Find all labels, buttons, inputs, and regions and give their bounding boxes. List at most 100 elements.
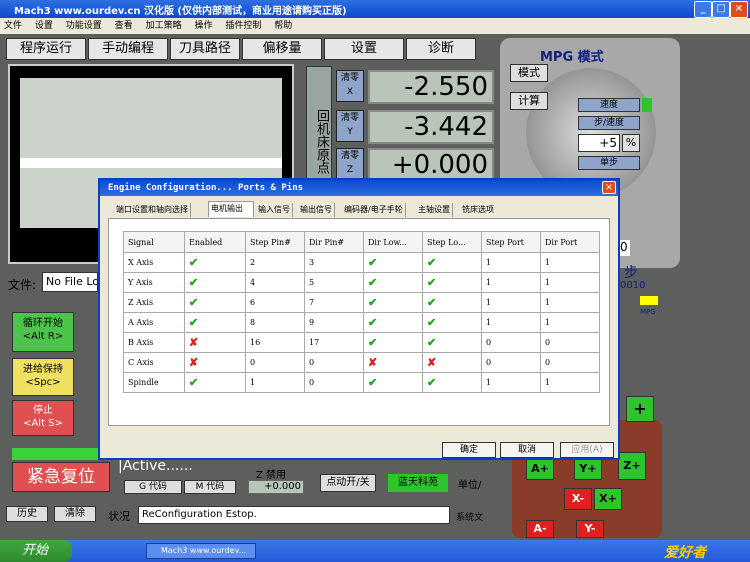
- tab-program-run[interactable]: 程序运行: [6, 38, 86, 60]
- jog-z-plus[interactable]: Z+: [618, 452, 646, 480]
- check-icon[interactable]: ✔: [368, 256, 377, 269]
- cell-dir-pin[interactable]: 9: [304, 312, 364, 333]
- cell-dir-port[interactable]: 1: [540, 372, 600, 393]
- tab-toolpath[interactable]: 刀具路径: [170, 38, 240, 60]
- tab-settings[interactable]: 设置: [324, 38, 404, 60]
- table-row[interactable]: Y Axis ✔ 4 5 ✔ ✔ 1 1: [123, 272, 600, 293]
- cell-step-pin[interactable]: 8: [245, 312, 305, 333]
- check-icon[interactable]: ✔: [368, 336, 377, 349]
- cell-dir-low[interactable]: ✔: [363, 372, 423, 393]
- cell-signal[interactable]: Y Axis: [123, 272, 185, 293]
- menu-plugin[interactable]: 插件控制: [225, 21, 261, 31]
- feed-hold-button[interactable]: 进给保持 <Spc>: [12, 358, 74, 396]
- table-row[interactable]: A Axis ✔ 8 9 ✔ ✔ 1 1: [123, 312, 600, 333]
- jog-y-minus[interactable]: Y-: [576, 520, 604, 538]
- col-step-pin[interactable]: Step Pin#: [245, 231, 305, 253]
- cell-dir-pin[interactable]: 17: [304, 332, 364, 353]
- ok-button[interactable]: 确定: [442, 442, 496, 458]
- check-icon[interactable]: ✔: [427, 276, 436, 289]
- check-icon[interactable]: ✔: [368, 296, 377, 309]
- cancel-button[interactable]: 取消: [500, 442, 554, 458]
- cell-enabled[interactable]: ✘: [184, 332, 246, 353]
- dialog-close-icon[interactable]: ×: [602, 181, 616, 194]
- tab-input-signals[interactable]: 输入信号: [256, 203, 293, 217]
- cell-dir-port[interactable]: 0: [540, 332, 600, 353]
- cell-step-low[interactable]: ✔: [422, 372, 482, 393]
- table-row[interactable]: X Axis ✔ 2 3 ✔ ✔ 1 1: [123, 252, 600, 273]
- cell-dir-port[interactable]: 1: [540, 312, 600, 333]
- cell-dir-low[interactable]: ✔: [363, 252, 423, 273]
- mpg-mode-button[interactable]: 模式: [510, 64, 548, 82]
- cycle-start-button[interactable]: 循环开始 <Alt R>: [12, 312, 74, 352]
- cell-enabled[interactable]: ✔: [184, 312, 246, 333]
- percent-field[interactable]: +5: [578, 134, 620, 152]
- cell-dir-pin[interactable]: 0: [304, 352, 364, 373]
- check-icon[interactable]: ✔: [427, 316, 436, 329]
- taskbar-item-mach3[interactable]: Mach3 www.ourdev...: [146, 543, 256, 559]
- check-icon[interactable]: ✔: [427, 376, 436, 389]
- step-speed-button[interactable]: 步/速度: [578, 116, 640, 130]
- cell-dir-port[interactable]: 0: [540, 352, 600, 373]
- cross-icon[interactable]: ✘: [189, 336, 198, 349]
- cell-signal[interactable]: B Axis: [123, 332, 185, 353]
- col-enabled[interactable]: Enabled: [184, 231, 246, 253]
- close-button[interactable]: ×: [730, 1, 748, 18]
- cell-dir-pin[interactable]: 0: [304, 372, 364, 393]
- reset-button[interactable]: 紧急复位: [12, 462, 110, 492]
- clear-button[interactable]: 清除: [54, 506, 96, 522]
- speed-button[interactable]: 速度: [578, 98, 640, 112]
- cell-step-pin[interactable]: 0: [245, 352, 305, 373]
- cell-enabled[interactable]: ✔: [184, 292, 246, 313]
- cell-dir-port[interactable]: 1: [540, 252, 600, 273]
- cell-step-low[interactable]: ✔: [422, 252, 482, 273]
- cell-signal[interactable]: Z Axis: [123, 292, 185, 313]
- cell-step-port[interactable]: 1: [481, 312, 541, 333]
- tab-encoder-mpg[interactable]: 编码器/电子手轮: [342, 203, 406, 217]
- check-icon[interactable]: ✔: [427, 256, 436, 269]
- tab-spindle-setup[interactable]: 主轴设置: [416, 203, 453, 217]
- cell-step-low[interactable]: ✔: [422, 292, 482, 313]
- cell-step-port[interactable]: 0: [481, 352, 541, 373]
- jog-plus-icon[interactable]: +: [626, 396, 654, 422]
- cell-dir-pin[interactable]: 7: [304, 292, 364, 313]
- check-icon[interactable]: ✔: [368, 276, 377, 289]
- cell-dir-low[interactable]: ✔: [363, 292, 423, 313]
- menu-file[interactable]: 文件: [4, 21, 22, 31]
- cell-dir-port[interactable]: 1: [540, 292, 600, 313]
- menu-help[interactable]: 帮助: [274, 21, 292, 31]
- menu-operate[interactable]: 操作: [194, 21, 212, 31]
- tab-output-signals[interactable]: 输出信号: [298, 203, 335, 217]
- jog-x-plus[interactable]: X+: [594, 488, 622, 510]
- col-dir-port[interactable]: Dir Port: [540, 231, 600, 253]
- tab-mill-options[interactable]: 铣床选项: [460, 203, 496, 217]
- zero-y-button[interactable]: 清零 Y: [336, 110, 364, 142]
- jog-toggle-button[interactable]: 点动开/关: [320, 474, 376, 492]
- check-icon[interactable]: ✔: [189, 296, 198, 309]
- tab-offsets[interactable]: 偏移量: [242, 38, 322, 60]
- table-row[interactable]: Spindle ✔ 1 0 ✔ ✔ 1 1: [123, 372, 600, 393]
- cell-signal[interactable]: A Axis: [123, 312, 185, 333]
- zero-z-button[interactable]: 清零 Z: [336, 148, 364, 180]
- menu-function-config[interactable]: 功能设置: [66, 21, 102, 31]
- cell-step-low[interactable]: ✔: [422, 332, 482, 353]
- menu-toolpath[interactable]: 加工策略: [146, 21, 182, 31]
- cell-enabled[interactable]: ✔: [184, 372, 246, 393]
- cell-step-low[interactable]: ✔: [422, 272, 482, 293]
- apply-button[interactable]: 应用(A): [560, 442, 614, 458]
- start-button[interactable]: 开始: [0, 540, 72, 562]
- cell-enabled[interactable]: ✔: [184, 252, 246, 273]
- cell-step-port[interactable]: 0: [481, 332, 541, 353]
- cell-step-port[interactable]: 1: [481, 272, 541, 293]
- tab-diagnostics[interactable]: 诊断: [406, 38, 476, 60]
- cell-step-port[interactable]: 1: [481, 292, 541, 313]
- jog-y-plus[interactable]: Y+: [574, 458, 602, 480]
- tab-motor-outputs[interactable]: 电机输出: [208, 201, 254, 217]
- cell-step-low[interactable]: ✔: [422, 312, 482, 333]
- cell-dir-low[interactable]: ✘: [363, 352, 423, 373]
- cell-dir-pin[interactable]: 3: [304, 252, 364, 273]
- check-icon[interactable]: ✔: [368, 316, 377, 329]
- col-dir-low[interactable]: Dir Low...: [363, 231, 423, 253]
- cross-icon[interactable]: ✘: [189, 356, 198, 369]
- cell-signal[interactable]: C Axis: [123, 352, 185, 373]
- tab-manual[interactable]: 手动编程: [88, 38, 168, 60]
